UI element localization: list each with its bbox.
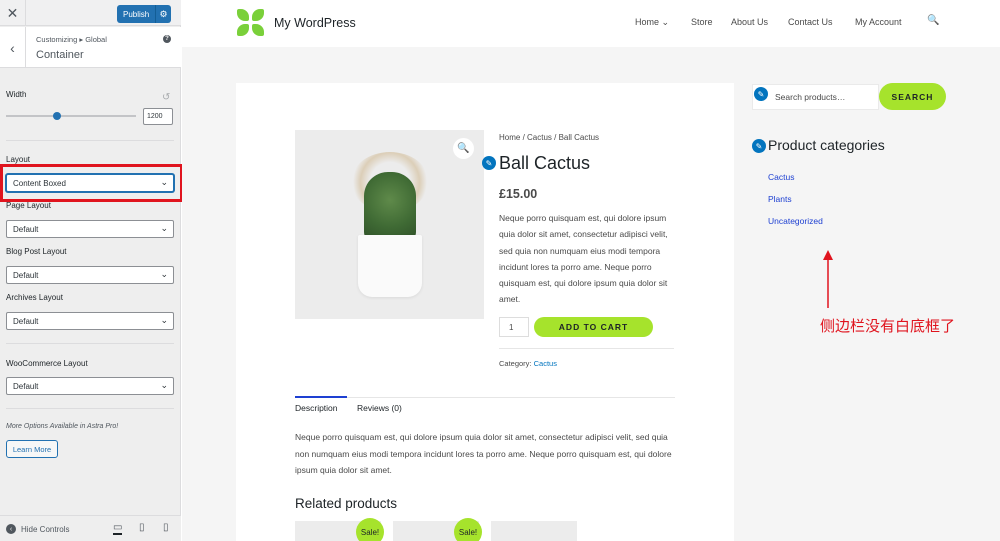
product-long-description: Neque porro quisquam est, qui dolore ips… — [295, 432, 672, 475]
annotation-note: 侧边栏没有白底框了 — [820, 318, 956, 335]
divider — [499, 348, 674, 349]
learn-more-button[interactable]: Learn More — [6, 440, 58, 458]
highlight-box — [0, 164, 183, 202]
chevron-down-icon: ⌄ — [160, 269, 168, 279]
archives-layout-select[interactable]: Default ⌄ — [6, 312, 174, 330]
active-tab-indicator — [295, 396, 347, 398]
width-slider-thumb[interactable] — [52, 112, 61, 120]
zoom-icon[interactable]: 🔍 — [453, 138, 474, 159]
width-number-input[interactable]: 1200 — [143, 108, 173, 125]
related-product-thumb[interactable] — [491, 521, 577, 541]
divider — [6, 408, 174, 409]
woo-layout-select[interactable]: Default ⌄ — [6, 377, 174, 395]
section-header: ‹ Customizing ▸ Global Container ? — [0, 27, 181, 68]
site-header: My WordPress Home ⌄ Store About Us Conta… — [182, 0, 1000, 47]
pro-note: More Options Available in Astra Pro! — [6, 423, 119, 430]
product-breadcrumb[interactable]: Home / Cactus / Ball Cactus — [499, 133, 599, 142]
product-price: £15.00 — [499, 187, 538, 201]
related-products-title: Related products — [295, 496, 398, 511]
tablet-icon[interactable]: ▯ — [139, 522, 145, 533]
width-slider-track[interactable] — [6, 115, 136, 117]
sale-badge: Sale! — [454, 518, 482, 541]
category-link-plants[interactable]: Plants — [768, 194, 792, 204]
product-search-input[interactable]: Search products… — [752, 84, 879, 110]
blog-post-layout-value: Default — [13, 271, 39, 280]
blog-post-layout-select[interactable]: Default ⌄ — [6, 266, 174, 284]
plant-pot — [358, 235, 422, 297]
product-title: Ball Cactus — [499, 153, 591, 173]
cactus-body — [364, 172, 416, 242]
publish-label: Publish — [123, 9, 150, 19]
back-icon[interactable]: ‹ — [0, 27, 26, 68]
search-icon[interactable]: 🔍 — [927, 15, 939, 26]
site-logo-icon[interactable] — [237, 9, 265, 37]
edit-pencil-icon[interactable]: ✎ — [754, 87, 768, 101]
nav-item-store[interactable]: Store — [691, 17, 713, 27]
layout-label: Layout — [6, 155, 31, 164]
product-category: Category: Cactus — [499, 359, 557, 368]
category-link-cactus[interactable]: Cactus — [768, 172, 794, 182]
nav-item-home[interactable]: Home ⌄ — [635, 17, 669, 28]
hide-controls-label: Hide Controls — [21, 524, 70, 534]
chevron-down-icon: ⌄ — [160, 315, 168, 325]
mobile-icon[interactable]: ▯ — [163, 522, 169, 533]
reset-icon[interactable]: ↺ — [162, 92, 170, 103]
customizer-panel: ✕ Publish ⚙ ‹ Customizing ▸ Global Conta… — [0, 0, 183, 541]
site-title[interactable]: My WordPress — [274, 16, 356, 30]
customizer-breadcrumb: Customizing ▸ Global — [36, 35, 107, 44]
add-to-cart-button[interactable]: ADD TO CART — [534, 317, 653, 337]
edit-pencil-icon[interactable]: ✎ — [752, 139, 766, 153]
collapse-icon: ‹ — [6, 524, 16, 534]
close-icon[interactable]: ✕ — [0, 0, 26, 26]
annotation-arrow-icon — [823, 250, 833, 308]
page-layout-select[interactable]: Default ⌄ — [6, 220, 174, 238]
woo-layout-value: Default — [13, 382, 39, 391]
sale-badge: Sale! — [356, 518, 384, 541]
archives-layout-label: Archives Layout — [6, 293, 63, 302]
section-title: Container — [36, 49, 84, 61]
publish-button[interactable]: Publish ⚙ — [117, 5, 171, 23]
chevron-down-icon: ⌄ — [160, 223, 168, 233]
search-button[interactable]: SEARCH — [879, 83, 946, 110]
category-link-uncategorized[interactable]: Uncategorized — [768, 216, 823, 226]
nav-item-contact-us[interactable]: Contact Us — [788, 17, 833, 27]
category-link[interactable]: Cactus — [534, 359, 557, 368]
nav-item-my-account[interactable]: My Account — [855, 17, 902, 27]
desktop-icon[interactable]: ▭ — [113, 522, 123, 535]
screenshot-root: ✕ Publish ⚙ ‹ Customizing ▸ Global Conta… — [0, 0, 1000, 541]
product-categories-title: Product categories — [768, 137, 885, 153]
page-layout-value: Default — [13, 225, 39, 234]
customizer-topbar: ✕ Publish ⚙ — [0, 0, 181, 26]
tab-reviews[interactable]: Reviews (0) — [357, 403, 402, 413]
woo-layout-label: WooCommerce Layout — [6, 359, 88, 368]
product-short-description: Neque porro quisquam est, qui dolore ips… — [499, 213, 668, 305]
tab-description[interactable]: Description — [295, 403, 338, 413]
nav-item-about-us[interactable]: About Us — [731, 17, 768, 27]
chevron-down-icon: ⌄ — [160, 380, 168, 390]
category-label: Category: — [499, 359, 532, 368]
edit-pencil-icon[interactable]: ✎ — [482, 156, 496, 170]
site-preview: My WordPress Home ⌄ Store About Us Conta… — [182, 0, 1000, 541]
width-label: Width — [6, 90, 27, 99]
page-layout-label: Page Layout — [6, 201, 51, 210]
quantity-input[interactable]: 1 — [499, 317, 529, 337]
product-image[interactable]: 🔍 — [295, 130, 484, 319]
divider — [6, 140, 174, 141]
divider — [6, 343, 174, 344]
divider — [295, 397, 675, 398]
archives-layout-value: Default — [13, 317, 39, 326]
customizer-footer: ‹ Hide Controls ▭ ▯ ▯ — [0, 515, 181, 541]
hide-controls-button[interactable]: ‹ Hide Controls — [6, 524, 69, 534]
gear-icon[interactable]: ⚙ — [155, 5, 171, 23]
blog-post-layout-label: Blog Post Layout — [6, 247, 67, 256]
help-icon[interactable]: ? — [163, 35, 171, 43]
product-content-card: 🔍 ✎ Home / Cactus / Ball Cactus Ball Cac… — [236, 83, 734, 541]
